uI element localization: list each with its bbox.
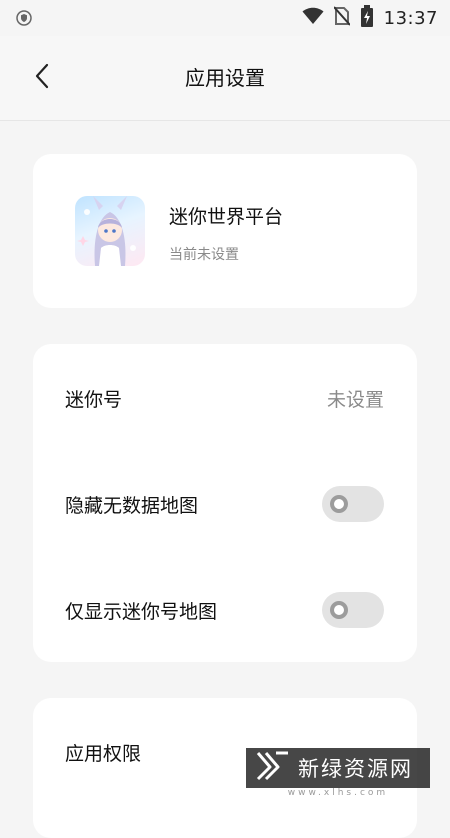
watermark-text: 新绿资源网 (298, 757, 413, 781)
app-status: 当前未设置 (169, 247, 239, 263)
no-sim-icon (332, 6, 351, 30)
shield-icon (16, 10, 32, 26)
wifi-icon (302, 7, 324, 29)
row-value: 未设置 (326, 388, 384, 411)
settings-row-only-mini-maps: 仅显示迷你号地图 (33, 580, 417, 640)
settings-row-hide-empty-maps: 隐藏无数据地图 (33, 474, 417, 534)
battery-charging-icon (360, 5, 374, 31)
app-info-card: 迷你世界平台 当前未设置 (33, 154, 417, 308)
status-time: 13:37 (383, 7, 438, 29)
only-mini-maps-toggle[interactable] (322, 592, 384, 628)
status-bar: 13:37 (0, 0, 450, 36)
app-header: 应用设置 (0, 36, 450, 121)
page-title: 应用设置 (185, 66, 265, 90)
row-label: 仅显示迷你号地图 (65, 600, 218, 623)
row-label: 隐藏无数据地图 (65, 494, 199, 517)
watermark-logo-icon (256, 751, 290, 785)
settings-row-mini-id[interactable]: 迷你号 未设置 (33, 368, 417, 428)
toggle-knob (330, 601, 348, 619)
toggle-knob (330, 495, 348, 513)
app-icon (75, 196, 145, 266)
watermark-sub: www.xlhs.com (287, 788, 389, 798)
row-label: 迷你号 (65, 388, 123, 411)
app-name: 迷你世界平台 (169, 206, 284, 228)
watermark: 新绿资源网 (246, 748, 430, 788)
settings-card: 迷你号 未设置 隐藏无数据地图 仅显示迷你号地图 (33, 344, 417, 662)
hide-empty-maps-toggle[interactable] (322, 486, 384, 522)
row-label: 应用权限 (65, 742, 142, 765)
